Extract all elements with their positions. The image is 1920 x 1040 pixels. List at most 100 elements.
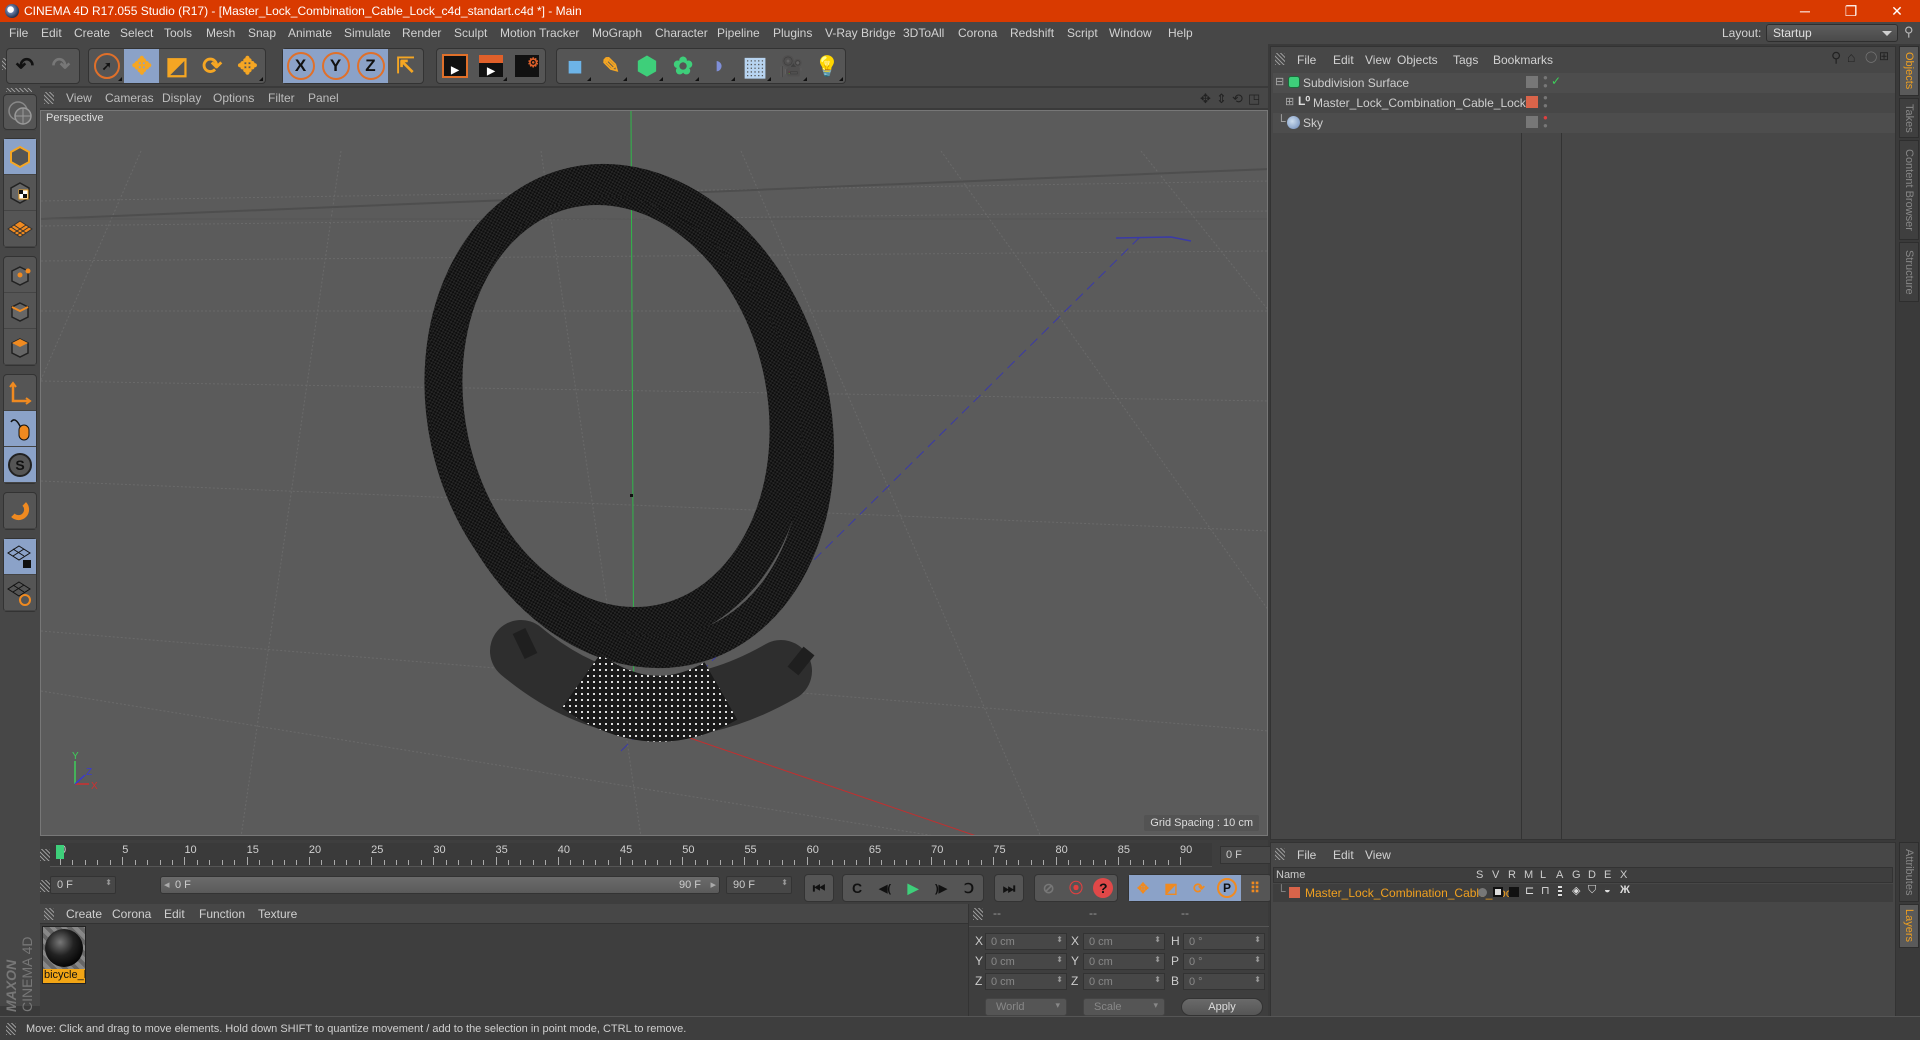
animation-toggle-icon[interactable] [1558, 886, 1562, 898]
rot-p-field[interactable]: 0 ° ⬍ [1183, 953, 1265, 970]
material-menu-edit[interactable]: Edit [164, 907, 185, 921]
panel-grip[interactable] [44, 908, 54, 920]
expression-toggle-icon[interactable]: ◒ [1604, 884, 1611, 896]
edges-mode-button[interactable] [4, 293, 36, 329]
xref-toggle-icon[interactable]: Ж [1620, 884, 1630, 896]
lock-workplane-button[interactable] [4, 539, 36, 575]
go-to-start-button[interactable]: ⏮ [805, 875, 833, 901]
col-generators[interactable]: G [1572, 869, 1581, 881]
panel-grip[interactable] [44, 92, 54, 104]
redo-button[interactable]: ↷ [43, 49, 79, 83]
search-icon[interactable]: ⚲ [1904, 24, 1914, 40]
menu-snap[interactable]: Snap [248, 26, 276, 40]
playhead[interactable] [56, 845, 64, 859]
restore-button[interactable]: ❐ [1828, 0, 1874, 22]
object-row[interactable]: ⊟ Subdivision Surface ● ● ✓ [1273, 73, 1895, 93]
undo-button[interactable]: ↶ [7, 49, 43, 83]
toggle-view-icon[interactable]: ◳ [1248, 91, 1260, 107]
viewport-menu-panel[interactable]: Panel [308, 91, 339, 105]
range-left-arrow-icon[interactable]: ◂ [164, 878, 170, 891]
coordinate-system-button[interactable]: ⇱ [388, 49, 423, 83]
viewport-menu-cameras[interactable]: Cameras [105, 91, 154, 105]
obj-menu-edit[interactable]: Edit [1333, 53, 1354, 67]
points-mode-button[interactable] [4, 257, 36, 293]
tab-content-browser[interactable]: Content Browser [1899, 140, 1919, 240]
workplane-mode-button[interactable] [4, 211, 36, 247]
planar-workplane-button[interactable] [4, 575, 36, 611]
key-parameter-button[interactable]: P [1213, 875, 1241, 901]
menu-pipeline[interactable]: Pipeline [717, 26, 760, 40]
obj-menu-tags[interactable]: Tags [1453, 53, 1478, 67]
minimize-button[interactable]: ─ [1782, 0, 1828, 22]
menu-file[interactable]: File [9, 26, 28, 40]
spinner-icon[interactable]: ⬍ [781, 878, 788, 887]
magnet-button[interactable] [4, 493, 36, 529]
search-icon[interactable]: ⚲ [1831, 49, 1841, 66]
close-button[interactable]: ✕ [1874, 0, 1920, 22]
viewport-menu-options[interactable]: Options [213, 91, 254, 105]
rot-b-field[interactable]: 0 ° ⬍ [1183, 973, 1265, 990]
timeline-ruler[interactable]: 051015202530354045505560657075808590 [50, 843, 1212, 867]
spinner-icon[interactable]: ⬍ [105, 878, 112, 887]
menu-select[interactable]: Select [120, 26, 153, 40]
menu-window[interactable]: Window [1109, 26, 1152, 40]
prev-frame-button[interactable]: ◀( [871, 875, 899, 901]
col-name[interactable]: Name [1276, 869, 1305, 881]
menu-3dtoall[interactable]: 3DToAll [903, 26, 944, 40]
frame-range-slider[interactable]: ◂ 0 F 90 F ▸ [160, 876, 720, 894]
polygons-mode-button[interactable] [4, 329, 36, 365]
obj-menu-objects[interactable]: Objects [1397, 53, 1438, 67]
texture-mode-button[interactable] [4, 175, 36, 211]
zoom-view-icon[interactable]: ⇕ [1216, 91, 1227, 107]
menu-plugins[interactable]: Plugins [773, 26, 812, 40]
object-row[interactable]: └ Sky ● ● [1273, 113, 1895, 133]
panel-grip[interactable] [1275, 53, 1285, 65]
menu-edit[interactable]: Edit [41, 26, 62, 40]
menu-help[interactable]: Help [1168, 26, 1193, 40]
menu-render[interactable]: Render [402, 26, 441, 40]
obj-menu-file[interactable]: File [1297, 53, 1316, 67]
view-toggle-icon[interactable] [1493, 887, 1503, 897]
material-menu-texture[interactable]: Texture [258, 907, 297, 921]
key-rotation-button[interactable]: ⟳ [1185, 875, 1213, 901]
render-picture-viewer-button[interactable]: ▶ [473, 49, 509, 83]
collapse-icon[interactable]: ⊟ [1275, 75, 1284, 88]
y-axis-button[interactable]: Y [318, 49, 353, 83]
select-tool-button[interactable]: ➚ [89, 49, 124, 83]
rotate-tool-button[interactable]: ⟳ [195, 49, 230, 83]
pos-y-field[interactable]: 0 cm ⬍ [985, 953, 1067, 970]
tweak-mode-button[interactable] [4, 411, 36, 447]
spline-pen-button[interactable]: ✎ [593, 49, 629, 83]
deformer-button[interactable]: ◗ [701, 49, 737, 83]
col-render[interactable]: R [1508, 869, 1516, 881]
end-frame-field[interactable]: 90 F ⬍ [726, 876, 792, 894]
autokey-button[interactable]: ? [1090, 875, 1117, 901]
motion-record-button[interactable]: ⊘ [1035, 875, 1062, 901]
generator-toggle-icon[interactable]: ◈ [1572, 884, 1580, 897]
menu-simulate[interactable]: Simulate [344, 26, 391, 40]
cube-button[interactable]: ■ [557, 49, 593, 83]
apply-button[interactable]: Apply [1181, 998, 1263, 1016]
menu-redshift[interactable]: Redshift [1010, 26, 1054, 40]
layer-color-swatch[interactable] [1289, 887, 1300, 898]
pos-x-field[interactable]: 0 cm ⬍ [985, 933, 1067, 950]
camera-button[interactable]: 🎥 [773, 49, 809, 83]
size-x-field[interactable]: 0 cm ⬍ [1083, 933, 1165, 950]
toolbar-grip[interactable] [6, 88, 32, 92]
record-keys-button[interactable]: ⦿ [1062, 875, 1089, 901]
layer-row[interactable]: └ Master_Lock_Combination_Cable_Lock ⊏ ⊓… [1273, 884, 1893, 902]
model-mode-button[interactable] [4, 139, 36, 175]
play-button[interactable]: ▶ [899, 875, 927, 901]
transform-mode-dropdown[interactable]: Scale ▾ [1083, 998, 1165, 1016]
menu-mesh[interactable]: Mesh [206, 26, 235, 40]
panel-grip[interactable] [40, 849, 50, 861]
axis-mode-button[interactable] [4, 375, 36, 411]
tab-takes[interactable]: Takes [1899, 98, 1919, 138]
layer-menu-view[interactable]: View [1365, 848, 1391, 862]
col-xref[interactable]: X [1620, 869, 1627, 881]
make-editable-button[interactable] [4, 95, 36, 131]
next-frame-button[interactable]: )▶ [927, 875, 955, 901]
viewport-menu-display[interactable]: Display [162, 91, 201, 105]
scale-tool-button[interactable]: ◩ [159, 49, 194, 83]
rot-h-field[interactable]: 0 ° ⬍ [1183, 933, 1265, 950]
